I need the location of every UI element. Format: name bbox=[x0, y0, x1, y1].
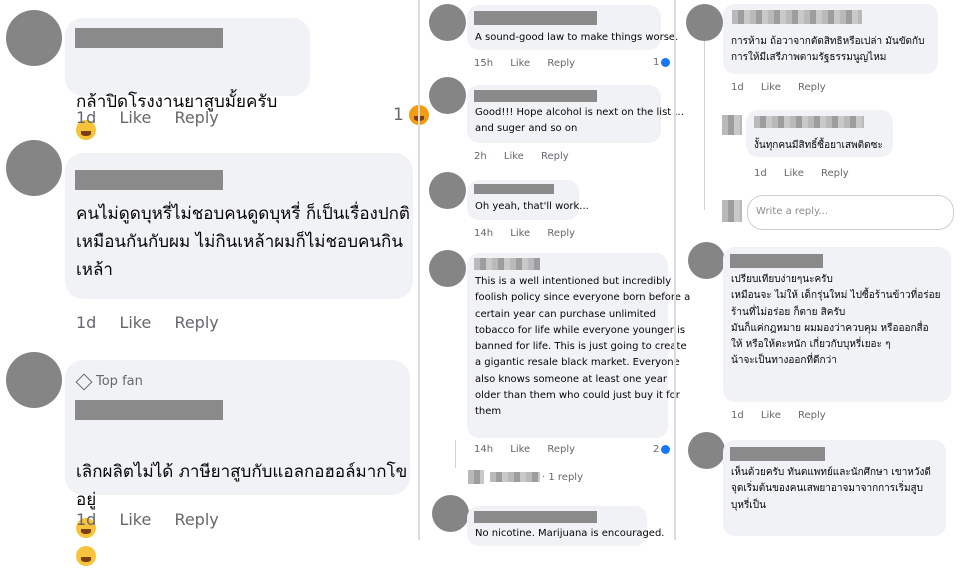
avatar[interactable] bbox=[686, 4, 723, 41]
comment-actions: 1d Like Reply bbox=[76, 510, 237, 529]
avatar[interactable] bbox=[429, 77, 466, 114]
comment-actions: 1d Like Reply bbox=[731, 410, 840, 421]
reply-button[interactable]: Reply bbox=[174, 313, 218, 332]
comment-actions: 1d Like Reply bbox=[76, 313, 237, 332]
comment-text: A sound-good law to make things worse. bbox=[475, 32, 679, 43]
like-button[interactable]: Like bbox=[510, 58, 530, 69]
current-user-avatar-redacted[interactable] bbox=[722, 200, 742, 222]
commenter-name-redacted[interactable] bbox=[75, 400, 223, 420]
comment-actions: 14h Like Reply bbox=[474, 444, 589, 455]
comment-text: Oh yeah, that'll work... bbox=[475, 201, 589, 212]
commenter-name-redacted[interactable] bbox=[474, 184, 554, 194]
comment-timestamp[interactable]: 1d bbox=[754, 168, 767, 179]
badge-label: Top fan bbox=[96, 374, 143, 389]
reply-input-placeholder: Write a reply... bbox=[756, 206, 829, 217]
avatar[interactable] bbox=[6, 140, 62, 196]
comment-text: Good!!! Hope alcohol is next on the list… bbox=[475, 107, 684, 135]
commenter-name-redacted[interactable] bbox=[75, 28, 223, 48]
reply-button[interactable]: Reply bbox=[541, 151, 569, 162]
commenter-name-redacted[interactable] bbox=[730, 447, 825, 461]
commenter-name-redacted[interactable] bbox=[474, 511, 597, 523]
commenter-name-redacted[interactable] bbox=[754, 116, 864, 128]
comment-actions: 1d Like Reply bbox=[731, 82, 840, 93]
comment-actions: 15h Like Reply bbox=[474, 58, 589, 69]
reaction-count: 1 bbox=[653, 57, 660, 68]
comment-timestamp[interactable]: 1d bbox=[731, 82, 744, 93]
comment-text: เลิกผลิตไม่ได้ ภาษียาสูบกับแอลกอฮอล์มากโ… bbox=[76, 430, 407, 570]
comment-timestamp[interactable]: 1d bbox=[76, 313, 96, 332]
like-button[interactable]: Like bbox=[784, 168, 804, 179]
reply-avatar-redacted[interactable] bbox=[468, 470, 484, 484]
avatar[interactable] bbox=[688, 432, 725, 469]
avatar[interactable] bbox=[688, 242, 725, 279]
commenter-name-redacted[interactable] bbox=[474, 11, 597, 25]
comment-timestamp[interactable]: 1d bbox=[731, 410, 744, 421]
comment-actions: 14h Like Reply bbox=[474, 228, 589, 239]
like-button[interactable]: Like bbox=[119, 510, 151, 529]
reply-thread-line bbox=[704, 40, 705, 210]
reply-input[interactable]: Write a reply... bbox=[747, 195, 954, 230]
comment-timestamp[interactable]: 2h bbox=[474, 151, 487, 162]
comment-actions: 1d Like Reply bbox=[754, 168, 863, 179]
comment-text: การห้าม ถ้อวาจากตัดสิทธิหรือเปล่า มันขัด… bbox=[731, 36, 925, 64]
like-reaction-icon bbox=[661, 444, 671, 454]
reply-avatar-redacted[interactable] bbox=[722, 115, 742, 135]
comment-text: This is a well intentioned but incredibl… bbox=[475, 276, 691, 418]
comment-timestamp[interactable]: 1d bbox=[76, 108, 96, 127]
comment-text: เปรียบเทียบง่ายๆนะครับ เหมือนจะ ไม่ให้ เ… bbox=[731, 274, 941, 367]
reply-button[interactable]: Reply bbox=[798, 410, 826, 421]
like-button[interactable]: Like bbox=[761, 410, 781, 421]
avatar[interactable] bbox=[429, 172, 466, 209]
reply-button[interactable]: Reply bbox=[174, 510, 218, 529]
like-button[interactable]: Like bbox=[510, 444, 530, 455]
comment-actions: 1d Like Reply bbox=[76, 108, 237, 127]
reply-button[interactable]: Reply bbox=[547, 58, 575, 69]
like-button[interactable]: Like bbox=[510, 228, 530, 239]
commenter-name-redacted[interactable] bbox=[732, 10, 862, 24]
avatar[interactable] bbox=[429, 4, 466, 41]
like-button[interactable]: Like bbox=[504, 151, 524, 162]
rofl-emoji-icon bbox=[76, 546, 96, 566]
commenter-name-redacted[interactable] bbox=[730, 254, 823, 268]
view-replies-link[interactable]: · 1 reply bbox=[542, 472, 583, 483]
comment-actions: 2h Like Reply bbox=[474, 151, 583, 162]
reaction-summary[interactable]: 1 bbox=[653, 57, 671, 68]
comment-text-content: เลิกผลิตไม่ได้ ภาษียาสูบกับแอลกอฮอล์มากโ… bbox=[76, 462, 408, 510]
reaction-count: 2 bbox=[653, 444, 660, 455]
commenter-name-redacted[interactable] bbox=[75, 170, 223, 190]
avatar[interactable] bbox=[6, 352, 62, 408]
reply-button[interactable]: Reply bbox=[174, 108, 218, 127]
panel-divider bbox=[674, 0, 676, 540]
reply-name-redacted[interactable] bbox=[490, 472, 540, 482]
reply-button[interactable]: Reply bbox=[547, 228, 575, 239]
reaction-summary[interactable]: 1 bbox=[393, 105, 430, 125]
like-reaction-icon bbox=[661, 57, 671, 67]
reply-button[interactable]: Reply bbox=[798, 82, 826, 93]
reply-button[interactable]: Reply bbox=[821, 168, 849, 179]
comment-timestamp[interactable]: 14h bbox=[474, 228, 493, 239]
panel-divider bbox=[418, 0, 420, 540]
comment-timestamp[interactable]: 14h bbox=[474, 444, 493, 455]
reaction-summary[interactable]: 2 bbox=[653, 444, 671, 455]
avatar[interactable] bbox=[429, 250, 466, 287]
comment-text: กล้าปิดโรงงานยาสูบมั้ยครับ bbox=[76, 60, 277, 144]
like-button[interactable]: Like bbox=[119, 313, 151, 332]
comment-text: คนไม่ดูดบุหรี่ไม่ชอบคนดูดบุหรี่ ก็เป็นเร… bbox=[76, 204, 410, 280]
reply-thread-line bbox=[455, 440, 456, 468]
like-button[interactable]: Like bbox=[761, 82, 781, 93]
commenter-name-redacted[interactable] bbox=[474, 258, 540, 270]
avatar[interactable] bbox=[6, 10, 62, 66]
diamond-icon bbox=[75, 373, 93, 390]
avatar[interactable] bbox=[432, 495, 469, 532]
commenter-name-redacted[interactable] bbox=[474, 90, 597, 102]
comment-timestamp[interactable]: 15h bbox=[474, 58, 493, 69]
comment-text: งั้นทุกคนมีสิทธิ์ซื้อยาเสพติดซะ bbox=[754, 140, 883, 151]
reaction-count: 1 bbox=[393, 105, 404, 125]
reply-button[interactable]: Reply bbox=[547, 444, 575, 455]
comment-text: เห็นด้วยครับ ทันตแพทย์และนักศึกษา เขาหวั… bbox=[731, 467, 931, 511]
comment-timestamp[interactable]: 1d bbox=[76, 510, 96, 529]
like-button[interactable]: Like bbox=[119, 108, 151, 127]
top-fan-badge: Top fan bbox=[75, 373, 143, 390]
